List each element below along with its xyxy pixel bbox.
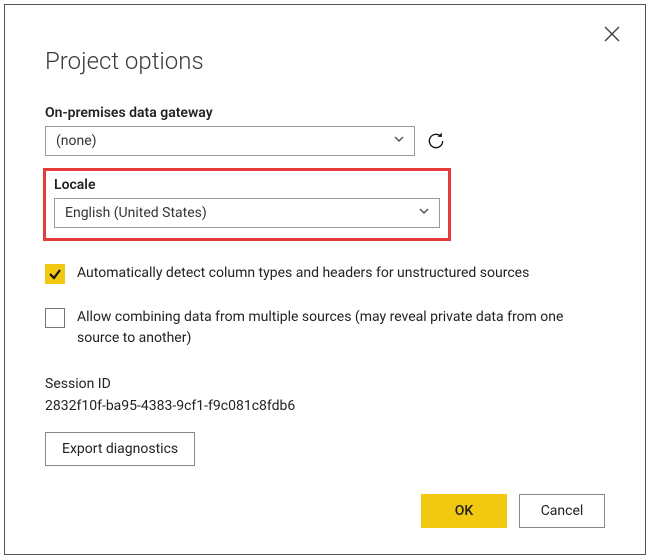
locale-value: English (United States) <box>65 205 207 221</box>
autodetect-label: Automatically detect column types and he… <box>77 263 529 285</box>
close-button[interactable] <box>603 25 623 45</box>
chevron-down-icon <box>417 204 431 222</box>
export-diagnostics-label: Export diagnostics <box>62 441 178 457</box>
cancel-button[interactable]: Cancel <box>519 494 605 528</box>
ok-button[interactable]: OK <box>421 494 507 528</box>
session-id-value: 2832f10f-ba95-4383-9cf1-f9c081c8fdb6 <box>45 398 605 414</box>
locale-label: Locale <box>54 177 440 193</box>
locale-highlight: Locale English (United States) <box>43 168 451 241</box>
ok-label: OK <box>455 503 474 519</box>
combine-checkbox[interactable] <box>45 308 65 328</box>
autodetect-checkbox[interactable] <box>45 264 65 284</box>
gateway-label: On-premises data gateway <box>45 105 605 121</box>
close-icon <box>603 25 621 43</box>
session-id-label: Session ID <box>45 376 605 392</box>
gateway-select[interactable]: (none) <box>45 126 415 156</box>
refresh-icon <box>426 131 446 151</box>
check-icon <box>48 267 62 281</box>
chevron-down-icon <box>392 132 406 150</box>
dialog-title: Project options <box>45 47 605 75</box>
export-diagnostics-button[interactable]: Export diagnostics <box>45 432 195 466</box>
cancel-label: Cancel <box>541 503 584 519</box>
locale-select[interactable]: English (United States) <box>54 198 440 228</box>
gateway-value: (none) <box>56 133 97 149</box>
combine-label: Allow combining data from multiple sourc… <box>77 307 587 350</box>
refresh-button[interactable] <box>425 130 447 152</box>
